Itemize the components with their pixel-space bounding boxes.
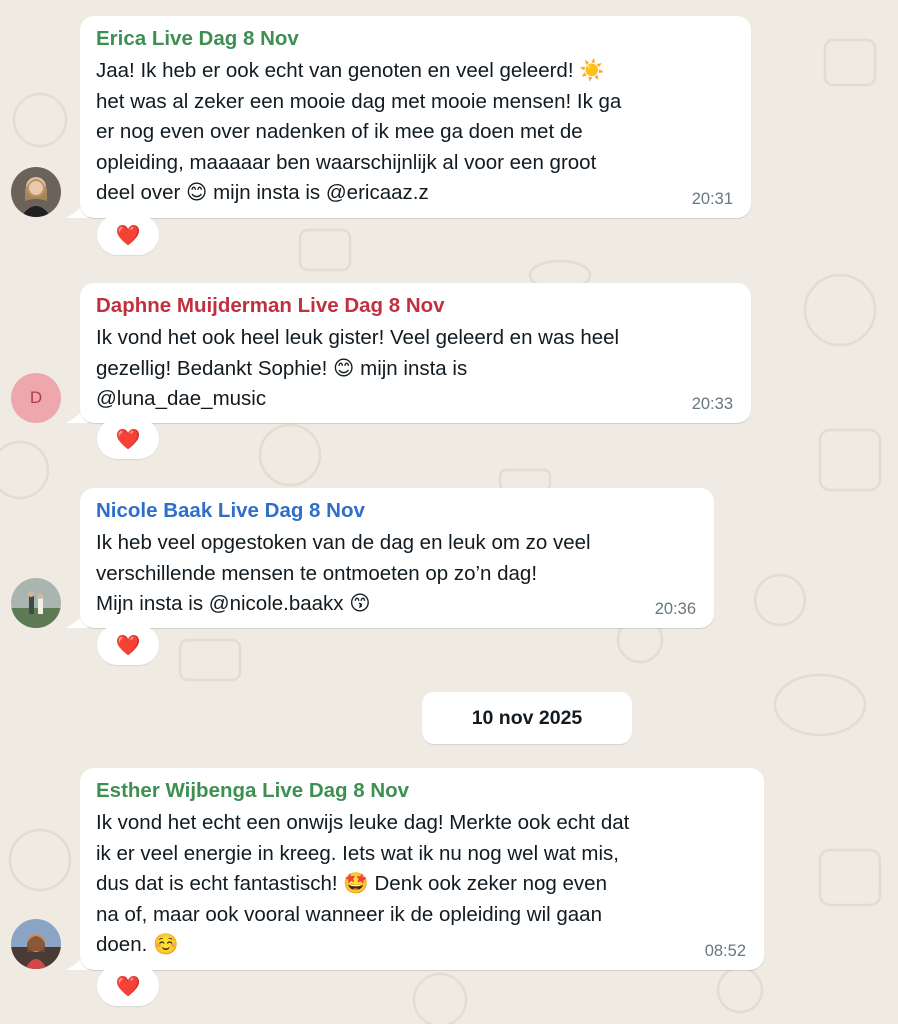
avatar[interactable]: D: [11, 373, 61, 423]
sender-name[interactable]: Erica Live Dag 8 Nov: [96, 26, 735, 52]
message-time: 08:52: [704, 942, 746, 960]
avatar[interactable]: [11, 167, 61, 217]
message-time: 20:36: [654, 600, 696, 618]
heart-icon: ❤️: [115, 974, 141, 998]
reaction-heart[interactable]: ❤️: [97, 625, 159, 665]
message-text: Ik heb veel opgestoken van de dag en leu…: [96, 531, 591, 616]
message-bubble[interactable]: Nicole Baak Live Dag 8 Nov Ik heb veel o…: [80, 488, 714, 628]
message-text: Ik vond het echt een onwijs leuke dag! M…: [96, 811, 630, 957]
sender-name[interactable]: Daphne Muijderman Live Dag 8 Nov: [96, 293, 735, 319]
heart-icon: ❤️: [115, 427, 141, 451]
heart-icon: ❤️: [115, 633, 141, 657]
sender-name[interactable]: Nicole Baak Live Dag 8 Nov: [96, 498, 698, 524]
reaction-heart[interactable]: ❤️: [97, 215, 159, 255]
avatar-initial: D: [29, 388, 43, 407]
date-label: 10 nov 2025: [471, 706, 583, 729]
message-text: Jaa! Ik heb er ook echt van genoten en v…: [96, 59, 622, 205]
avatar-photo: [11, 578, 61, 628]
avatar-photo: [11, 167, 61, 217]
message-time: 20:31: [691, 190, 733, 208]
avatar[interactable]: [11, 919, 61, 969]
message-bubble[interactable]: Daphne Muijderman Live Dag 8 Nov Ik vond…: [80, 283, 751, 423]
reaction-heart[interactable]: ❤️: [97, 966, 159, 1006]
message-bubble[interactable]: Erica Live Dag 8 Nov Jaa! Ik heb er ook …: [80, 16, 751, 218]
message-text: Ik vond het ook heel leuk gister! Veel g…: [96, 326, 620, 411]
sender-name[interactable]: Esther Wijbenga Live Dag 8 Nov: [96, 778, 748, 804]
date-separator: 10 nov 2025: [422, 692, 632, 744]
heart-icon: ❤️: [115, 223, 141, 247]
message-time: 20:33: [691, 395, 733, 413]
message-bubble[interactable]: Esther Wijbenga Live Dag 8 Nov Ik vond h…: [80, 768, 764, 970]
avatar-photo: [11, 919, 61, 969]
avatar[interactable]: [11, 578, 61, 628]
reaction-heart[interactable]: ❤️: [97, 419, 159, 459]
